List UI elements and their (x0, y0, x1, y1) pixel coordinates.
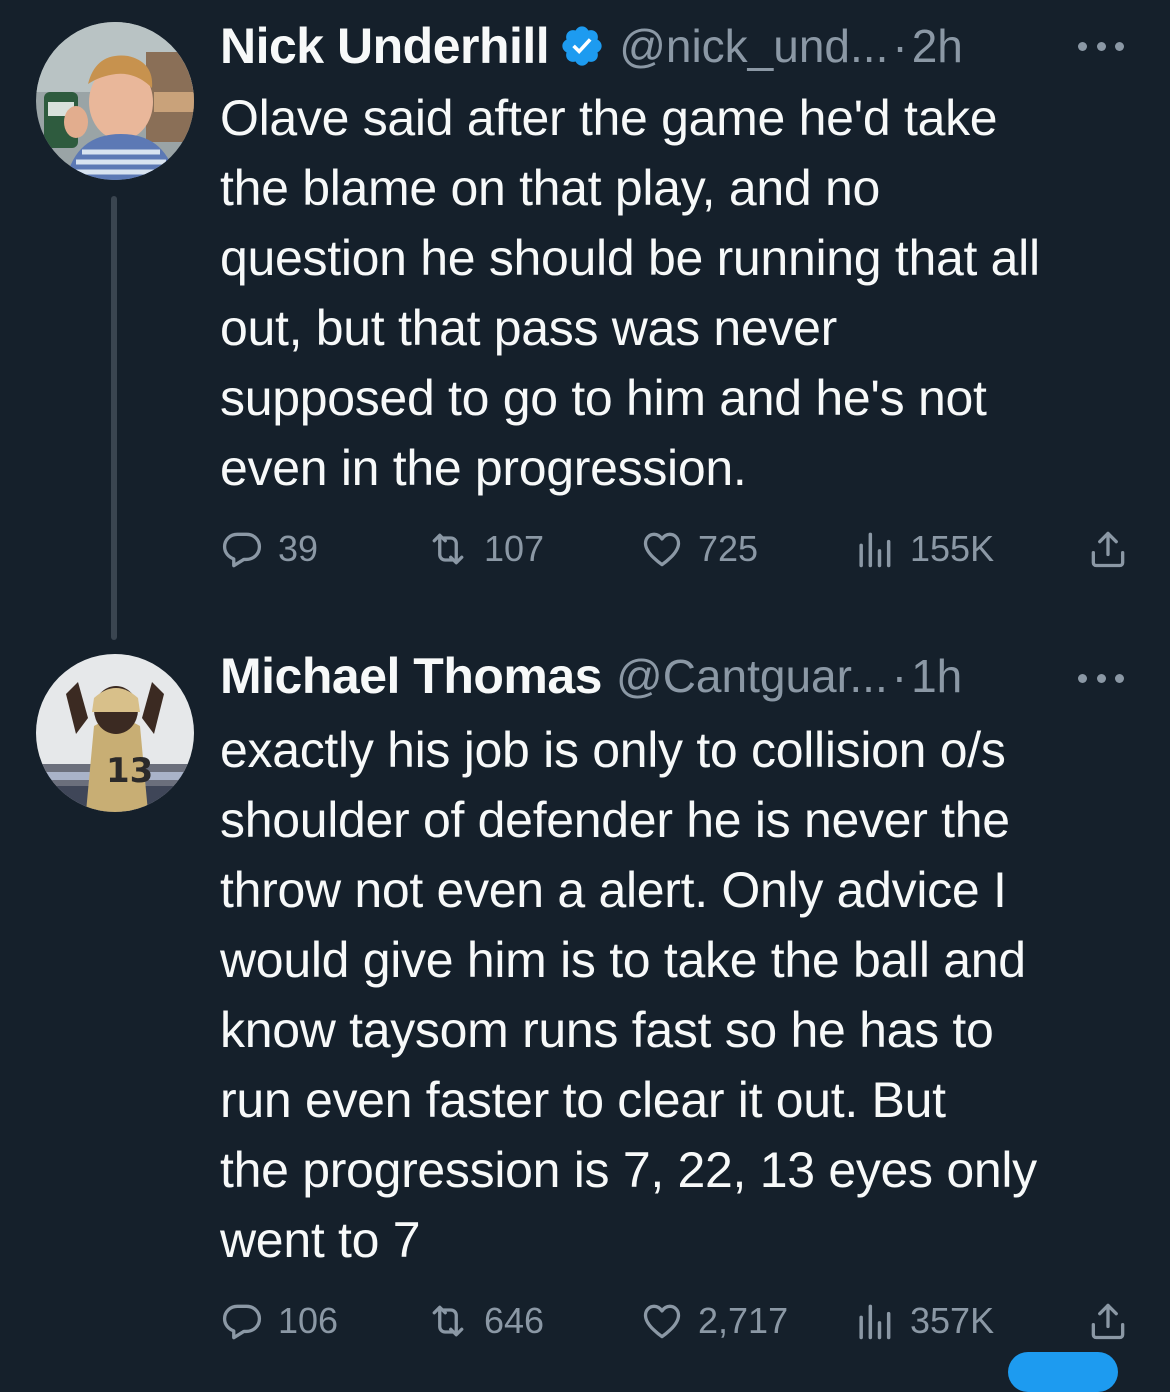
like-count: 725 (698, 528, 759, 569)
tweet-nick-underhill[interactable]: Nick Underhill @nick_und... · 2h Olave s… (0, 0, 1170, 640)
floating-action-button-edge[interactable] (1008, 1352, 1118, 1392)
share-button[interactable] (1086, 524, 1130, 574)
views-chart-icon (859, 532, 891, 568)
author-name[interactable]: Michael Thomas (220, 647, 603, 705)
action-bar: 106 646 2,717 357K (220, 1296, 1130, 1346)
separator-dot: · (892, 20, 908, 72)
timestamp[interactable]: 1h (911, 649, 962, 703)
heart-icon (643, 1304, 681, 1339)
view-count: 155K (910, 528, 995, 569)
views-button[interactable]: 357K (852, 1296, 994, 1346)
avatar[interactable]: 13 (36, 654, 194, 812)
thread-connector-line (111, 196, 117, 640)
retweet-icon (432, 533, 464, 565)
reply-icon (222, 1304, 262, 1340)
tweet-header: Michael Thomas @Cantguar... · 1h (220, 646, 1130, 706)
author-handle[interactable]: @nick_und... (619, 19, 888, 73)
avatar-image (36, 22, 194, 180)
svg-text:13: 13 (106, 751, 153, 791)
reply-button[interactable]: 106 (220, 1296, 338, 1346)
more-horizontal-icon[interactable] (1078, 668, 1124, 688)
tweet-michael-thomas[interactable]: 13 Michael Thomas @Cantguar... · 1h exac… (0, 640, 1170, 1364)
author-handle[interactable]: @Cantguar... (616, 649, 888, 703)
tweet-header: Nick Underhill @nick_und... · 2h (220, 16, 1130, 76)
reply-count: 39 (278, 528, 319, 569)
share-icon (1091, 1303, 1125, 1340)
views-button[interactable]: 155K (852, 524, 994, 574)
like-button[interactable]: 2,717 (640, 1296, 788, 1346)
reply-count: 106 (278, 1300, 339, 1341)
retweet-count: 646 (484, 1300, 545, 1341)
verified-badge-icon (562, 26, 602, 66)
view-count: 357K (910, 1300, 995, 1341)
views-chart-icon (859, 1304, 891, 1340)
tweet-text: Olave said after the game he'd take the … (220, 90, 1040, 496)
share-button[interactable] (1086, 1296, 1130, 1346)
reply-button[interactable]: 39 (220, 524, 318, 574)
retweet-button[interactable]: 107 (426, 524, 544, 574)
like-button[interactable]: 725 (640, 524, 758, 574)
heart-icon (643, 532, 681, 567)
separator-dot: · (891, 650, 908, 702)
reply-icon (222, 532, 262, 568)
action-bar: 39 107 725 155K (220, 524, 1130, 574)
retweet-button[interactable]: 646 (426, 1296, 544, 1346)
author-name[interactable]: Nick Underhill (220, 17, 550, 75)
more-horizontal-icon[interactable] (1078, 36, 1124, 56)
avatar-image: 13 (36, 654, 194, 812)
avatar[interactable] (36, 22, 194, 180)
tweet-text: exactly his job is only to collision o/s… (220, 722, 1037, 1268)
like-count: 2,717 (698, 1300, 789, 1341)
retweet-icon (432, 1305, 464, 1337)
share-icon (1091, 531, 1125, 568)
timestamp[interactable]: 2h (912, 19, 963, 73)
retweet-count: 107 (484, 528, 545, 569)
